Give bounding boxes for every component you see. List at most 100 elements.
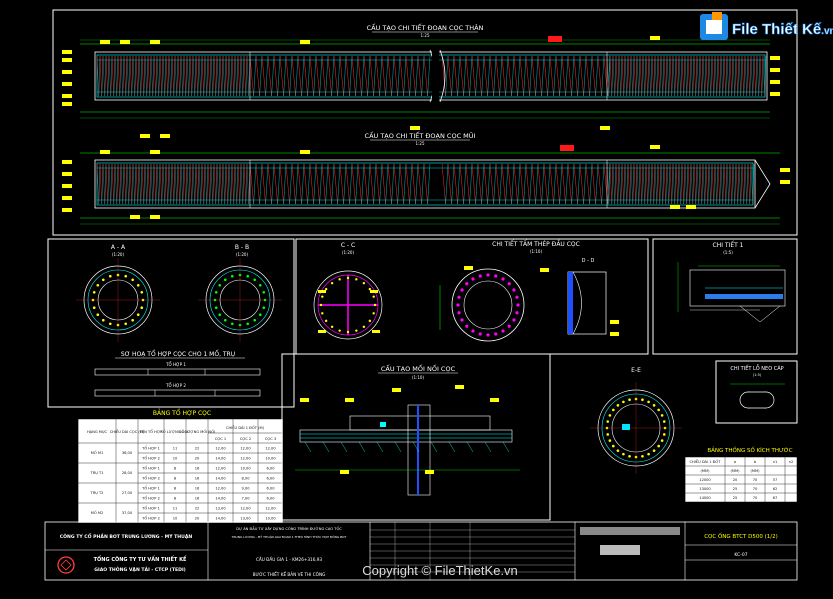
package-line: CẦU ĐẦU GIA 1 - KM26+316,93 <box>256 557 322 562</box>
svg-text:12,00: 12,00 <box>265 507 276 511</box>
svg-text:TỔ HỢP 2: TỔ HỢP 2 <box>165 383 186 388</box>
svg-text:12000: 12000 <box>699 478 711 482</box>
svg-text:MỐ M2: MỐ M2 <box>91 510 103 515</box>
pile-tip-scale: 1:25 <box>416 141 425 146</box>
svg-text:10: 10 <box>173 457 178 461</box>
pile-body-scale: 1:25 <box>421 33 430 38</box>
combo-diagram-title: SƠ HOẠ TỔ HỢP CỌC CHO 1 MỐ, TRỤ <box>121 350 235 358</box>
svg-text:TỔ HỢP 1: TỔ HỢP 1 <box>165 362 186 367</box>
pile-body-title: CẤU TẠO CHI TIẾT ĐOẠN CỌC THÂN <box>367 22 484 32</box>
svg-text:20: 20 <box>195 517 200 521</box>
svg-text:CỌC 1: CỌC 1 <box>215 437 226 441</box>
svg-text:14,00: 14,00 <box>215 477 226 481</box>
svg-text:27,00: 27,00 <box>122 491 133 495</box>
svg-text:67: 67 <box>773 496 778 500</box>
svg-text:70: 70 <box>753 478 758 482</box>
svg-text:22: 22 <box>195 507 200 511</box>
svg-text:TỔ HỢP 1: TỔ HỢP 1 <box>141 486 160 491</box>
svg-text:TỔ HỢP 1: TỔ HỢP 1 <box>141 466 160 471</box>
svg-text:TỔ HỢP 2: TỔ HỢP 2 <box>141 496 160 501</box>
svg-text:70: 70 <box>753 487 758 491</box>
svg-text:22: 22 <box>195 447 200 451</box>
svg-text:CHIỀU DÀI 1 ĐỐT: CHIỀU DÀI 1 ĐỐT <box>690 459 722 464</box>
svg-text:n1: n1 <box>773 460 778 464</box>
svg-text:(1:20): (1:20) <box>236 252 249 257</box>
svg-text:11: 11 <box>173 447 178 451</box>
svg-text:TÊN TỔ HỢP: TÊN TỔ HỢP <box>139 429 163 434</box>
svg-text:6,00: 6,00 <box>266 497 275 501</box>
svg-text:25: 25 <box>733 496 738 500</box>
splice-title: CẤU TẠO MỐI NỐI CỌC <box>381 363 456 373</box>
svg-text:(1:5): (1:5) <box>753 373 762 377</box>
svg-text:(MM): (MM) <box>700 469 710 473</box>
pile-tip-title: CẤU TẠO CHI TIẾT ĐOẠN CỌC MŨI <box>365 130 476 140</box>
section-cc-drawing <box>313 270 383 340</box>
project-line-2: TRUNG LƯƠNG - MỸ THUẬN GIAI ĐOẠN 1 THEO … <box>231 534 347 539</box>
copyright-watermark: Copyright © FileThietKe.vn <box>362 563 518 578</box>
svg-text:9,00: 9,00 <box>241 487 250 491</box>
svg-text:16: 16 <box>195 487 200 491</box>
svg-text:12,00: 12,00 <box>215 467 226 471</box>
svg-text:13,00: 13,00 <box>240 517 251 521</box>
svg-text:HẠNG MỤC: HẠNG MỤC <box>87 430 108 434</box>
svg-text:10: 10 <box>173 517 178 521</box>
svg-text:8,00: 8,00 <box>241 477 250 481</box>
project-line-1: DỰ ÁN ĐẦU TƯ XÂY DỰNG CÔNG TRÌNH ĐƯỜNG C… <box>236 526 342 531</box>
svg-text:TỔ HỢP 2: TỔ HỢP 2 <box>141 516 160 521</box>
svg-text:6,00: 6,00 <box>266 477 275 481</box>
combo-table: HẠNG MỤC CHIỀU DÀI CỌC (M)TÊN TỔ HỢPSỐ LƯ… <box>77 418 284 524</box>
svg-text:n2: n2 <box>789 460 794 464</box>
svg-text:70: 70 <box>753 496 758 500</box>
svg-text:TRỤ T2: TRỤ T2 <box>90 491 104 495</box>
section-aa-title: A - A <box>111 244 126 251</box>
svg-text:57: 57 <box>773 478 778 482</box>
svg-text:File Thiết Kế.vn: File Thiết Kế.vn <box>732 21 833 38</box>
svg-text:14,00: 14,00 <box>215 457 226 461</box>
svg-text:7,00: 7,00 <box>241 497 250 501</box>
svg-text:CỌC 3: CỌC 3 <box>265 437 276 441</box>
svg-text:28,00: 28,00 <box>122 471 133 475</box>
svg-text:25: 25 <box>733 487 738 491</box>
svg-text:(1:20): (1:20) <box>342 250 355 255</box>
dim-table: CHIỀU DÀI 1 ĐỐT(MM)a(MM)b(MM)n1 n212000 20… <box>684 456 798 503</box>
svg-text:12,00: 12,00 <box>240 457 251 461</box>
brand-text: File Thiết Kế <box>732 21 822 38</box>
svg-text:16: 16 <box>195 477 200 481</box>
svg-text:20: 20 <box>195 457 200 461</box>
svg-text:(1:20): (1:20) <box>112 252 125 257</box>
dim-table-title: BẢNG THỐNG SỐ KÍCH THƯỚC <box>707 446 792 454</box>
drawing-code: KC-07 <box>734 552 747 558</box>
svg-text:16: 16 <box>195 497 200 501</box>
svg-text:13000: 13000 <box>699 487 711 491</box>
svg-text:(1:5): (1:5) <box>723 250 733 255</box>
section-marker <box>560 145 574 151</box>
svg-text:36,00: 36,00 <box>122 451 133 455</box>
drawing-title: CỌC ỐNG BTCT D500 (1/2) <box>704 532 778 540</box>
svg-text:a: a <box>734 460 736 464</box>
brand-domain: .vn <box>821 26 833 37</box>
svg-text:TỔ HỢP 1: TỔ HỢP 1 <box>141 506 160 511</box>
svg-text:CHIỀU DÀI 1 ĐỐT (M): CHIỀU DÀI 1 ĐỐT (M) <box>226 425 265 430</box>
svg-text:(MM): (MM) <box>730 469 740 473</box>
svg-text:SỐ LƯỢNG MỐI NỐI: SỐ LƯỢNG MỐI NỐI <box>179 429 215 434</box>
svg-text:16: 16 <box>195 467 200 471</box>
section-dd-title: D - D <box>582 258 595 264</box>
svg-text:MỐ M1: MỐ M1 <box>91 450 103 455</box>
svg-text:12,00: 12,00 <box>215 447 226 451</box>
svg-text:62: 62 <box>773 487 778 491</box>
svg-text:(1:10): (1:10) <box>412 375 425 380</box>
svg-text:12,00: 12,00 <box>240 507 251 511</box>
svg-text:10,00: 10,00 <box>240 467 251 471</box>
head-plate-title: CHI TIẾT TẤM THÉP ĐẦU CỌC <box>492 240 580 248</box>
svg-text:TRỤ T1: TRỤ T1 <box>90 471 104 475</box>
svg-text:13,00: 13,00 <box>215 507 226 511</box>
svg-text:TỔ HỢP 2: TỔ HỢP 2 <box>141 456 160 461</box>
svg-text:6,00: 6,00 <box>266 487 275 491</box>
svg-text:20: 20 <box>733 478 738 482</box>
svg-text:12,00: 12,00 <box>265 447 276 451</box>
svg-text:11: 11 <box>173 507 178 511</box>
svg-text:10,00: 10,00 <box>265 457 276 461</box>
svg-text:TỔ HỢP 2: TỔ HỢP 2 <box>141 476 160 481</box>
detail-1-title: CHI TIẾT 1 <box>713 241 744 249</box>
svg-text:CỌC 2: CỌC 2 <box>240 437 251 441</box>
